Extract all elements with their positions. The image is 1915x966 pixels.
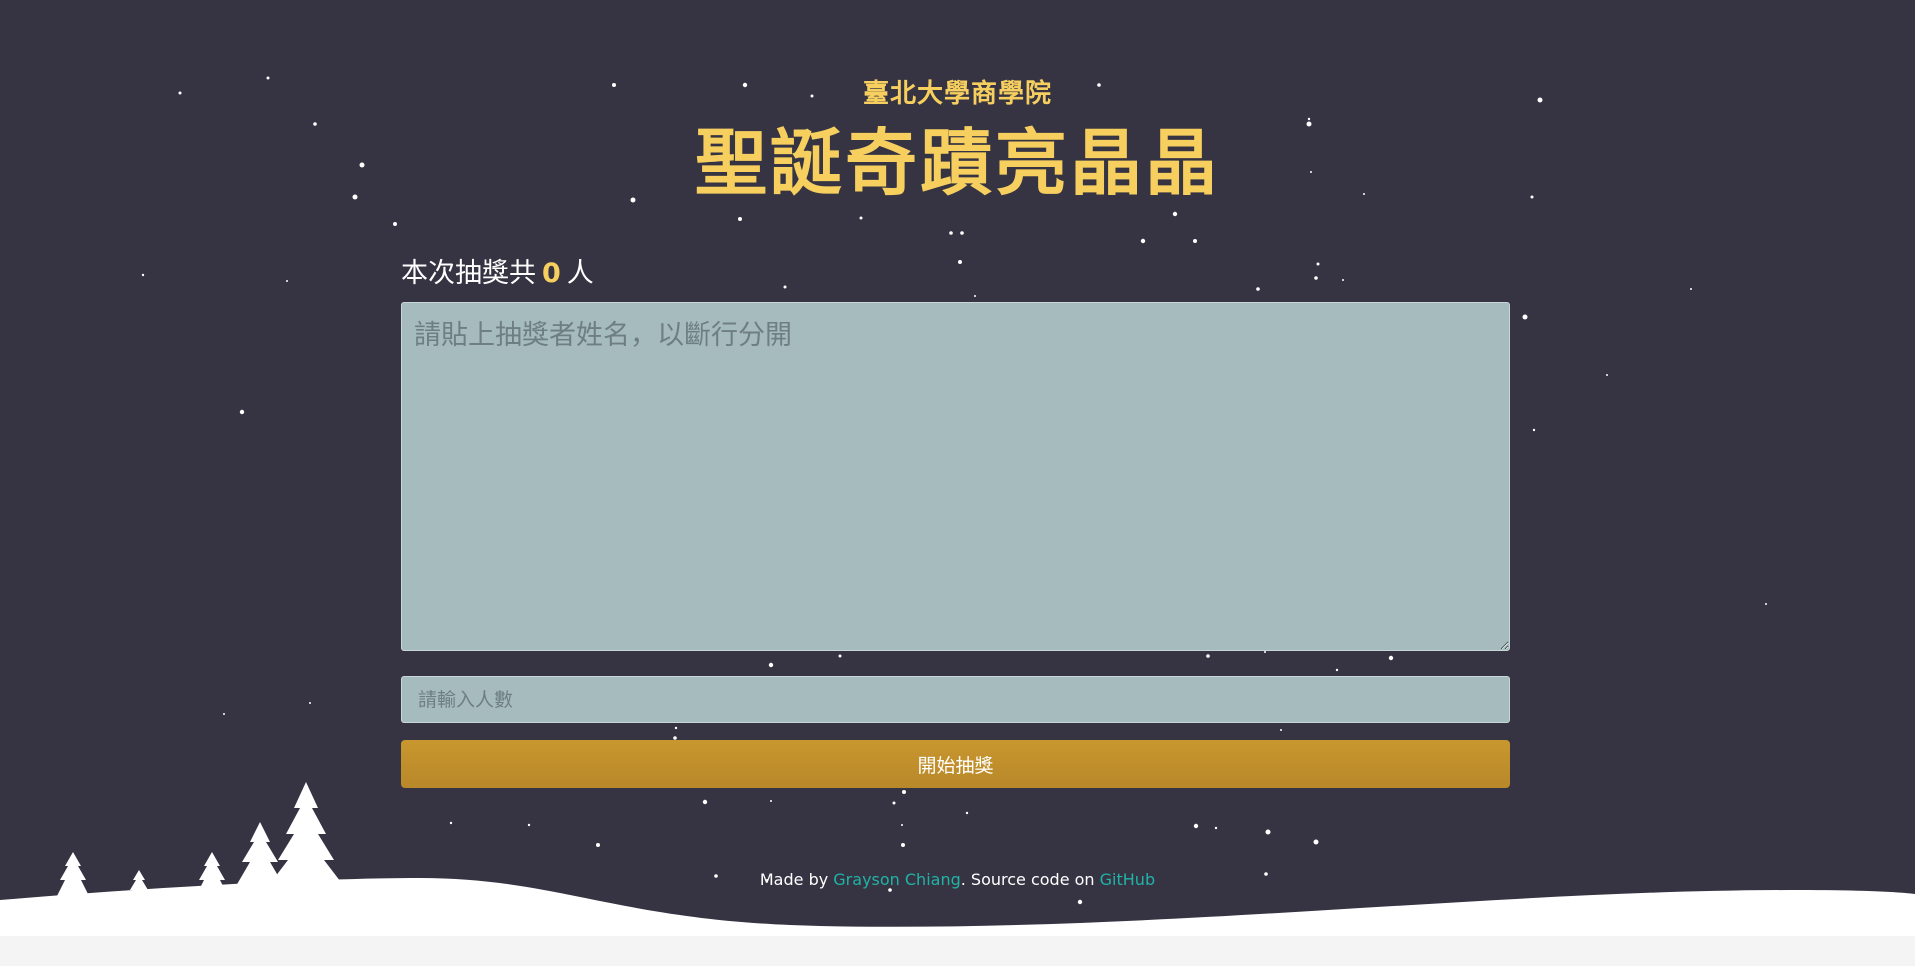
participant-counter: 本次抽獎共 0 人 <box>401 254 594 294</box>
participant-names-textarea[interactable] <box>401 302 1510 651</box>
page-title: 聖誕奇蹟亮晶晶 <box>694 121 1220 205</box>
participant-count: 0 <box>542 258 561 289</box>
snow-scenery <box>0 782 1915 966</box>
counter-suffix: 人 <box>566 258 594 289</box>
github-link[interactable]: GitHub <box>1100 870 1155 889</box>
counter-prefix: 本次抽獎共 <box>401 258 536 289</box>
start-draw-button[interactable]: 開始抽獎 <box>401 740 1510 788</box>
author-link[interactable]: Grayson Chiang <box>833 870 960 889</box>
page-header: 臺北大學商學院 聖誕奇蹟亮晶晶 <box>0 76 1915 208</box>
winner-count-input[interactable] <box>401 676 1510 723</box>
footer-middle: . Source code on <box>960 870 1100 889</box>
page-subtitle: 臺北大學商學院 <box>862 79 1052 109</box>
page-footer: Made by Grayson Chiang. Source code on G… <box>0 869 1915 891</box>
footer-made-by: Made by <box>759 870 834 889</box>
